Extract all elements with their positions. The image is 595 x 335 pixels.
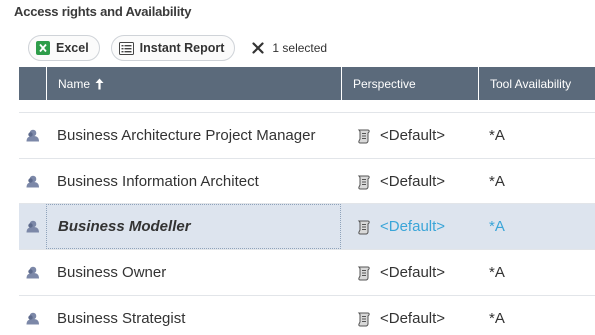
header-icon-column: [19, 67, 46, 100]
row-name: Business Information Architect: [57, 173, 259, 190]
column-header-name[interactable]: Name: [46, 67, 341, 100]
table-row[interactable]: Business Strategist <Default> *A: [19, 296, 595, 335]
column-header-tool-availability-label: Tool Availability: [490, 76, 572, 91]
row-tool-availability: *A: [489, 310, 505, 327]
row-name: Business Strategist: [57, 310, 186, 327]
scroll-icon: [356, 265, 372, 281]
row-tool-availability: *A: [489, 127, 505, 144]
row-name: Business Architecture Project Manager: [57, 127, 316, 144]
row-tool-availability: *A: [489, 173, 505, 190]
user-icon: [19, 312, 46, 325]
user-icon: [19, 266, 46, 279]
selection-count: 1 selected: [272, 41, 328, 55]
panel-title: Access rights and Availability: [14, 4, 192, 19]
row-perspective: <Default>: [341, 173, 478, 190]
instant-report-label: Instant Report: [139, 41, 225, 55]
row-name: Business Owner: [57, 264, 167, 281]
scroll-icon: [356, 174, 372, 190]
toolbar: Excel Instant Report 1 selected: [28, 35, 327, 61]
column-header-name-label: Name: [58, 76, 91, 91]
scroll-icon: [356, 311, 372, 327]
table-row[interactable]: Business Information Architect <Default>…: [19, 159, 595, 204]
scroll-icon: [356, 128, 372, 144]
column-header-perspective-label: Perspective: [353, 76, 416, 91]
table-row[interactable]: Business Architecture Project Manager <D…: [19, 113, 595, 158]
row-perspective-value: <Default>: [380, 264, 446, 281]
row-name: Business Modeller: [46, 204, 341, 249]
table-header: Name Perspective Tool Availability: [19, 67, 595, 100]
row-tool-availability: *A: [489, 218, 505, 235]
row-perspective: <Default>: [341, 127, 478, 144]
excel-button[interactable]: Excel: [28, 35, 100, 61]
table-row-selected[interactable]: Business Modeller <Default> *A: [19, 204, 595, 249]
row-perspective-value: <Default>: [380, 127, 446, 144]
row-perspective: <Default>: [341, 218, 478, 235]
column-header-tool-availability[interactable]: Tool Availability: [478, 67, 595, 100]
user-icon: [19, 220, 46, 233]
user-icon: [19, 175, 46, 188]
report-icon: [118, 41, 134, 55]
user-icon: [19, 129, 46, 142]
instant-report-button[interactable]: Instant Report: [110, 35, 236, 61]
column-header-perspective[interactable]: Perspective: [341, 67, 478, 100]
row-perspective: <Default>: [341, 310, 478, 327]
table-row[interactable]: Business Owner <Default> *A: [19, 250, 595, 295]
excel-icon: [36, 41, 50, 55]
sort-up-arrow-icon: [95, 78, 104, 90]
row-tool-availability: *A: [489, 264, 505, 281]
scroll-icon: [356, 219, 372, 235]
close-icon[interactable]: [252, 42, 265, 54]
row-perspective-value: <Default>: [380, 173, 446, 190]
excel-button-label: Excel: [56, 41, 89, 55]
row-perspective-value: <Default>: [380, 310, 446, 327]
row-perspective-value: <Default>: [380, 218, 446, 235]
row-perspective: <Default>: [341, 264, 478, 281]
selection-status: 1 selected: [252, 41, 327, 55]
